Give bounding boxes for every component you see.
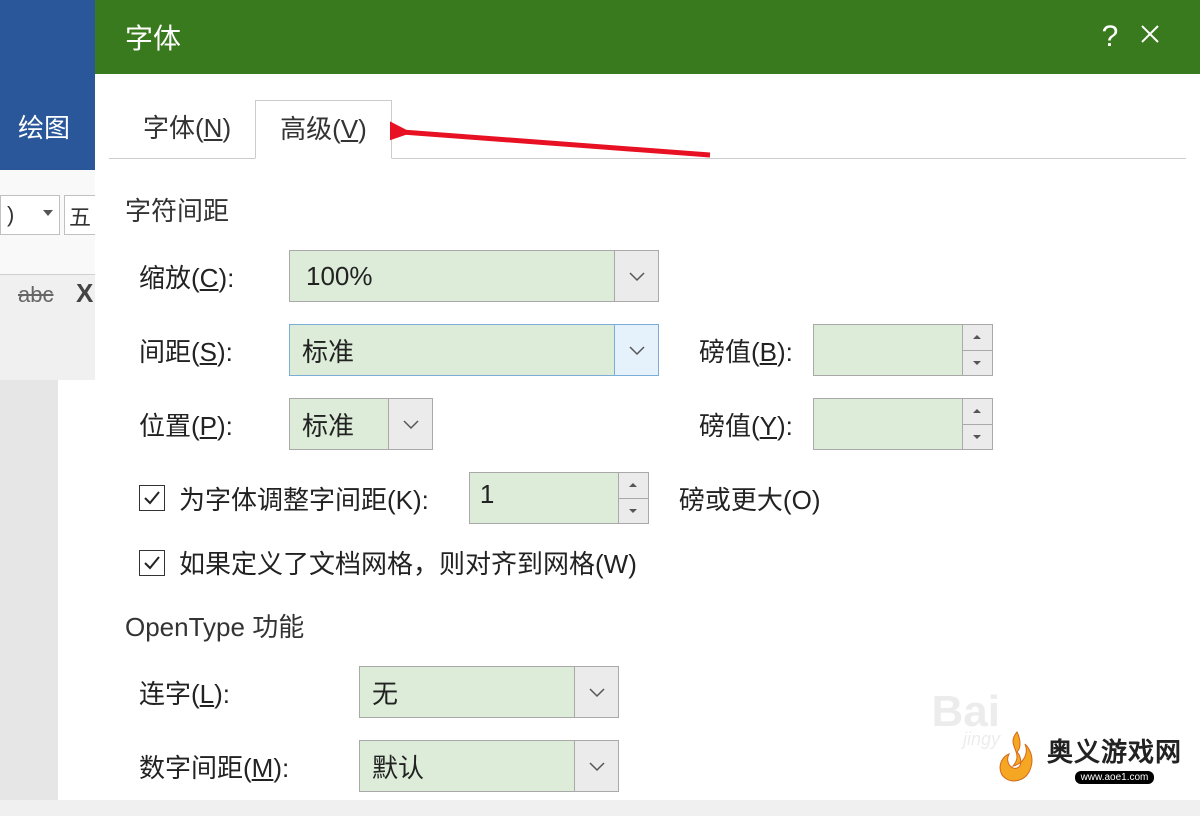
watermark-site-name: 奥义游戏网 bbox=[1047, 732, 1182, 769]
num-spacing-dropdown-button[interactable] bbox=[574, 741, 618, 791]
snap-grid-checkbox[interactable] bbox=[139, 550, 165, 576]
points-y-value[interactable] bbox=[813, 398, 963, 450]
spacing-dropdown-button[interactable] bbox=[614, 325, 658, 375]
watermark-site-url: www.aoe1.com bbox=[1075, 771, 1155, 784]
ligatures-dropdown-button[interactable] bbox=[574, 667, 618, 717]
scale-value[interactable]: 100% bbox=[290, 251, 614, 301]
num-spacing-combo[interactable]: 默认 bbox=[359, 740, 619, 792]
tab-font[interactable]: 字体(N) bbox=[119, 100, 255, 158]
label-points-b: 磅值(B): bbox=[699, 332, 793, 369]
points-b-value[interactable] bbox=[813, 324, 963, 376]
points-b-down[interactable] bbox=[963, 351, 992, 376]
triangle-up-icon bbox=[972, 334, 982, 340]
kerning-points-spinner[interactable]: 1 bbox=[469, 472, 649, 524]
label-points-y: 磅值(Y): bbox=[699, 406, 793, 443]
triangle-up-icon bbox=[628, 482, 638, 488]
chevron-down-icon bbox=[628, 270, 646, 282]
label-spacing: 间距(S): bbox=[139, 332, 289, 369]
dialog-titlebar: 字体 ? bbox=[95, 0, 1200, 74]
label-ligatures: 连字(L): bbox=[139, 674, 359, 711]
num-spacing-value[interactable]: 默认 bbox=[360, 741, 574, 791]
ligatures-value[interactable]: 无 bbox=[360, 667, 574, 717]
label-scale: 缩放(C): bbox=[139, 258, 289, 295]
strikethrough-button[interactable]: abc bbox=[18, 282, 53, 308]
points-y-up[interactable] bbox=[963, 399, 992, 425]
scale-combo[interactable]: 100% bbox=[289, 250, 659, 302]
label-position: 位置(P): bbox=[139, 406, 289, 443]
kerning-checkbox[interactable] bbox=[139, 485, 165, 511]
doc-margin bbox=[0, 380, 58, 800]
section-char-spacing: 字符间距 bbox=[125, 191, 1170, 228]
site-watermark: 奥义游戏网 www.aoe1.com bbox=[995, 730, 1182, 786]
font-dialog: 字体 ? 字体(N) 高级(V) 字符间距 缩放(C): 100% 间距(S):… bbox=[95, 0, 1200, 800]
dialog-title: 字体 bbox=[125, 17, 1090, 57]
points-y-spinner[interactable] bbox=[813, 398, 993, 450]
spacing-value[interactable]: 标准 bbox=[290, 325, 614, 375]
position-value[interactable]: 标准 bbox=[290, 399, 388, 449]
close-icon bbox=[1138, 22, 1162, 46]
font-name-dropdown[interactable] bbox=[0, 195, 60, 235]
label-snap-grid: 如果定义了文档网格，则对齐到网格(W) bbox=[179, 544, 637, 581]
kerning-points-value[interactable]: 1 bbox=[469, 472, 619, 524]
spacing-combo[interactable]: 标准 bbox=[289, 324, 659, 376]
triangle-up-icon bbox=[972, 408, 982, 414]
dialog-content: 字符间距 缩放(C): 100% 间距(S): 标准 磅值(B): 位置(P): bbox=[95, 159, 1200, 816]
label-num-spacing: 数字间距(M): bbox=[139, 748, 359, 785]
chevron-down-icon bbox=[588, 760, 606, 772]
kerning-up[interactable] bbox=[619, 473, 648, 499]
triangle-down-icon bbox=[628, 508, 638, 514]
triangle-down-icon bbox=[972, 360, 982, 366]
help-button[interactable]: ? bbox=[1090, 20, 1130, 54]
chevron-down-icon bbox=[628, 344, 646, 356]
tab-advanced[interactable]: 高级(V) bbox=[255, 100, 392, 159]
flame-icon bbox=[995, 730, 1039, 786]
triangle-down-icon bbox=[972, 434, 982, 440]
check-icon bbox=[142, 488, 162, 508]
close-button[interactable] bbox=[1130, 21, 1170, 53]
dialog-tabs: 字体(N) 高级(V) bbox=[109, 74, 1186, 159]
subscript-button[interactable]: X bbox=[76, 278, 93, 309]
points-y-down[interactable] bbox=[963, 425, 992, 450]
baidu-watermark: Bai jingy bbox=[932, 687, 1000, 750]
position-combo[interactable]: 标准 bbox=[289, 398, 433, 450]
chevron-down-icon bbox=[402, 418, 420, 430]
kerning-down[interactable] bbox=[619, 499, 648, 524]
doc-page bbox=[58, 380, 98, 800]
label-kerning: 为字体调整字间距(K): bbox=[179, 480, 429, 517]
check-icon bbox=[142, 553, 162, 573]
position-dropdown-button[interactable] bbox=[388, 399, 432, 449]
scale-dropdown-button[interactable] bbox=[614, 251, 658, 301]
label-points-or-more: 磅或更大(O) bbox=[679, 480, 821, 517]
ribbon-tab-draw[interactable]: 绘图 bbox=[18, 108, 70, 145]
points-b-spinner[interactable] bbox=[813, 324, 993, 376]
chevron-down-icon bbox=[588, 686, 606, 698]
points-b-up[interactable] bbox=[963, 325, 992, 351]
section-opentype: OpenType 功能 bbox=[125, 607, 1170, 644]
ligatures-combo[interactable]: 无 bbox=[359, 666, 619, 718]
